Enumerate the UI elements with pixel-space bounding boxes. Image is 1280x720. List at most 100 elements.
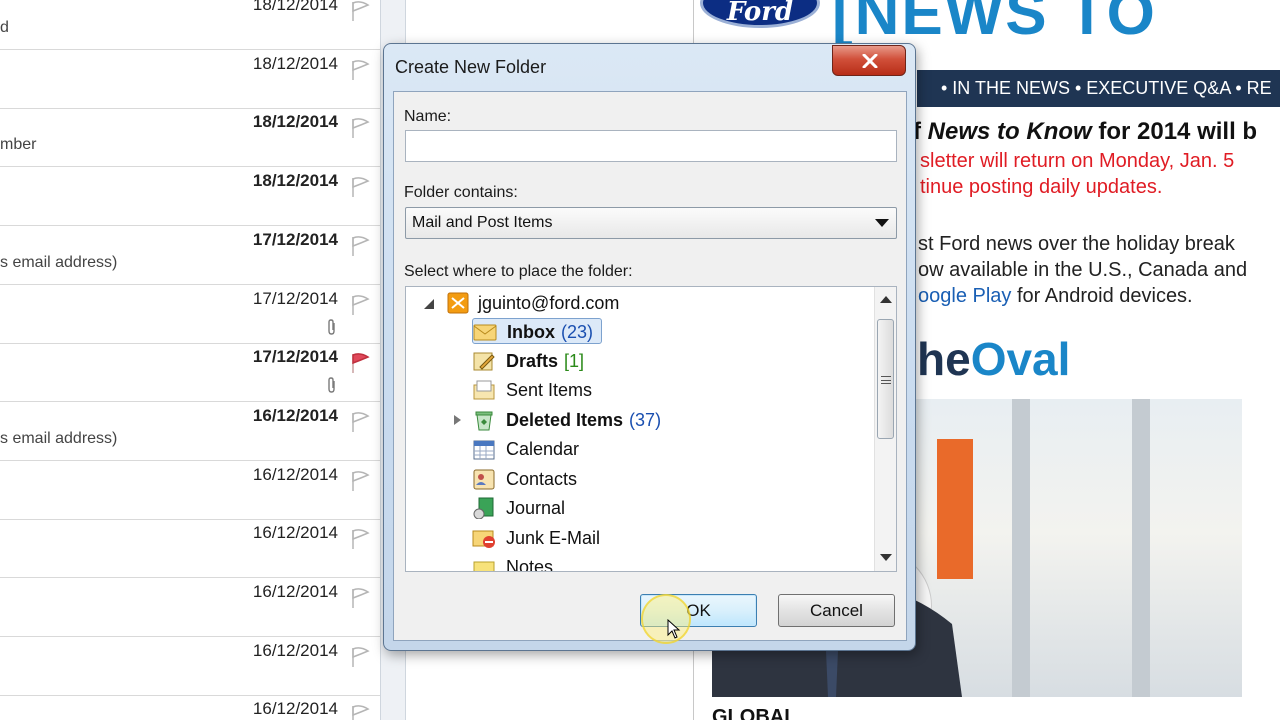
folder-name: Sent Items	[506, 380, 593, 400]
message-row[interactable]: 18/12/2014 mber	[0, 108, 380, 168]
folder-name: Journal	[506, 498, 566, 518]
place-folder-label: Select where to place the folder:	[404, 263, 633, 280]
close-button[interactable]	[832, 45, 906, 76]
message-date: 18/12/2014	[252, 53, 338, 73]
message-row[interactable]: 17/12/2014	[0, 285, 380, 344]
folder-label-wrap: Journal	[506, 495, 565, 521]
flag-icon[interactable]	[348, 527, 372, 551]
flag-icon[interactable]	[348, 410, 372, 434]
sent-items-icon	[473, 380, 495, 400]
message-row[interactable]: 16/12/2014	[0, 461, 380, 520]
message-row[interactable]: 17/12/2014 s email address)	[0, 226, 380, 285]
dialog-title: Create New Folder	[395, 57, 547, 77]
folder-calendar[interactable]: Calendar	[472, 436, 732, 462]
contacts-icon	[473, 469, 495, 489]
dialog-body: Name: Folder contains: Mail and Post Ite…	[393, 91, 907, 641]
folder-name: Drafts	[506, 350, 559, 371]
message-date: 16/12/2014	[252, 699, 338, 719]
message-date: 18/12/2014	[252, 0, 338, 14]
journal-icon	[473, 497, 494, 519]
folder-count: (37)	[629, 409, 662, 430]
message-row[interactable]: 16/12/2014	[0, 695, 380, 720]
folder-tree[interactable]: jguinto@ford.com Inbox (23) Drafts [1] Sent …	[405, 286, 897, 572]
folder-label-wrap: Sent Items	[506, 377, 592, 403]
message-date: 16/12/2014	[252, 640, 338, 660]
cancel-button[interactable]: Cancel	[778, 594, 895, 627]
ford-logo-text: Ford	[726, 0, 794, 27]
flag-icon[interactable]	[348, 469, 372, 493]
folder-notes[interactable]: Notes	[472, 554, 732, 572]
flag-icon[interactable]	[348, 703, 372, 720]
flag-icon[interactable]	[348, 58, 372, 82]
message-row[interactable]: 18/12/2014 d	[0, 0, 380, 50]
close-icon	[862, 54, 878, 68]
message-date: 16/12/2014	[252, 582, 338, 601]
scroll-up-arrow-icon[interactable]	[880, 296, 892, 303]
folder-label-wrap: Contacts	[506, 466, 577, 492]
folder-label-wrap: Calendar	[506, 436, 579, 462]
message-row[interactable]: 16/12/2014	[0, 519, 380, 579]
message-row[interactable]: 18/12/2014	[0, 167, 380, 227]
flag-icon[interactable]	[348, 293, 372, 317]
collapse-arrow-icon[interactable]	[424, 299, 434, 309]
message-row[interactable]: 16/12/2014	[0, 637, 380, 696]
headline-suffix: for 2014 will b	[1091, 118, 1258, 145]
notes-icon	[473, 561, 495, 571]
folder-inbox[interactable]: Inbox (23)	[472, 318, 602, 344]
flag-icon[interactable]	[348, 586, 372, 610]
tree-scrollbar[interactable]	[874, 287, 896, 571]
flag-icon[interactable]	[348, 234, 372, 258]
folder-name-input[interactable]	[405, 130, 897, 162]
message-row[interactable]: 16/12/2014 s email address)	[0, 402, 380, 461]
folder-name: Contacts	[506, 468, 578, 489]
scroll-thumb[interactable]	[877, 319, 894, 439]
folder-label-wrap: Notes	[506, 554, 554, 572]
newsletter-nav-bar[interactable]: • IN THE NEWS • EXECUTIVE Q&A • RE	[917, 70, 1280, 107]
section-title-accent: Oval	[970, 333, 1071, 385]
scroll-down-arrow-icon[interactable]	[880, 554, 892, 561]
flag-icon[interactable]	[348, 116, 372, 140]
scroll-grip-icon	[881, 376, 891, 384]
folder-deleted-items[interactable]: Deleted Items (37)	[454, 407, 732, 433]
photo-window-frame	[1012, 399, 1030, 697]
flagged-icon[interactable]	[348, 351, 372, 375]
folder-contains-label: Folder contains:	[404, 184, 518, 201]
google-play-link[interactable]: oogle Play	[918, 285, 1011, 307]
outlook-data-file-icon	[447, 292, 469, 314]
deleted-items-icon	[475, 411, 493, 430]
folder-drafts[interactable]: Drafts [1]	[472, 348, 732, 374]
folder-contains-select[interactable]: Mail and Post Items	[405, 207, 897, 239]
flag-icon[interactable]	[348, 175, 372, 199]
message-row[interactable]: 16/12/2014	[0, 578, 380, 637]
message-row[interactable]: 18/12/2014	[0, 50, 380, 109]
folder-count: [1]	[564, 350, 585, 371]
attachment-icon	[326, 318, 338, 335]
photo-window-frame	[1132, 399, 1150, 697]
folder-journal[interactable]: Journal	[472, 495, 732, 521]
folder-name: Deleted Items	[506, 409, 624, 430]
message-date: 17/12/2014	[252, 229, 338, 249]
flag-icon[interactable]	[348, 0, 372, 23]
folder-contacts[interactable]: Contacts	[472, 466, 732, 492]
folder-sent-items[interactable]: Sent Items	[472, 377, 732, 403]
tree-root-label: jguinto@ford.com	[478, 293, 620, 313]
message-date: 18/12/2014	[252, 171, 338, 191]
notice-line-2: tinue posting daily updates.	[920, 176, 1163, 198]
flag-icon[interactable]	[348, 645, 372, 669]
message-date: 16/12/2014	[252, 464, 338, 484]
section-heading-global: GLOBAL	[712, 706, 797, 720]
message-snippet: mber	[0, 136, 37, 154]
message-row[interactable]: 17/12/2014	[0, 343, 380, 403]
dropdown-arrow-icon[interactable]	[875, 219, 889, 227]
notice-line-1: sletter will return on Monday, Jan. 5	[920, 150, 1235, 172]
folder-junk-e-mail[interactable]: Junk E-Mail	[472, 525, 732, 551]
folder-label-wrap: Inbox (23)	[507, 319, 593, 345]
expand-arrow-icon[interactable]	[454, 414, 461, 425]
message-snippet: s email address)	[0, 429, 118, 447]
cursor-highlight	[641, 594, 691, 644]
body-line-3-rest: for Android devices.	[1011, 285, 1193, 307]
tree-root-account[interactable]: jguinto@ford.com	[424, 290, 864, 316]
inbox-icon	[473, 324, 497, 341]
folder-name: Notes	[506, 557, 554, 572]
message-date: 16/12/2014	[252, 405, 338, 425]
